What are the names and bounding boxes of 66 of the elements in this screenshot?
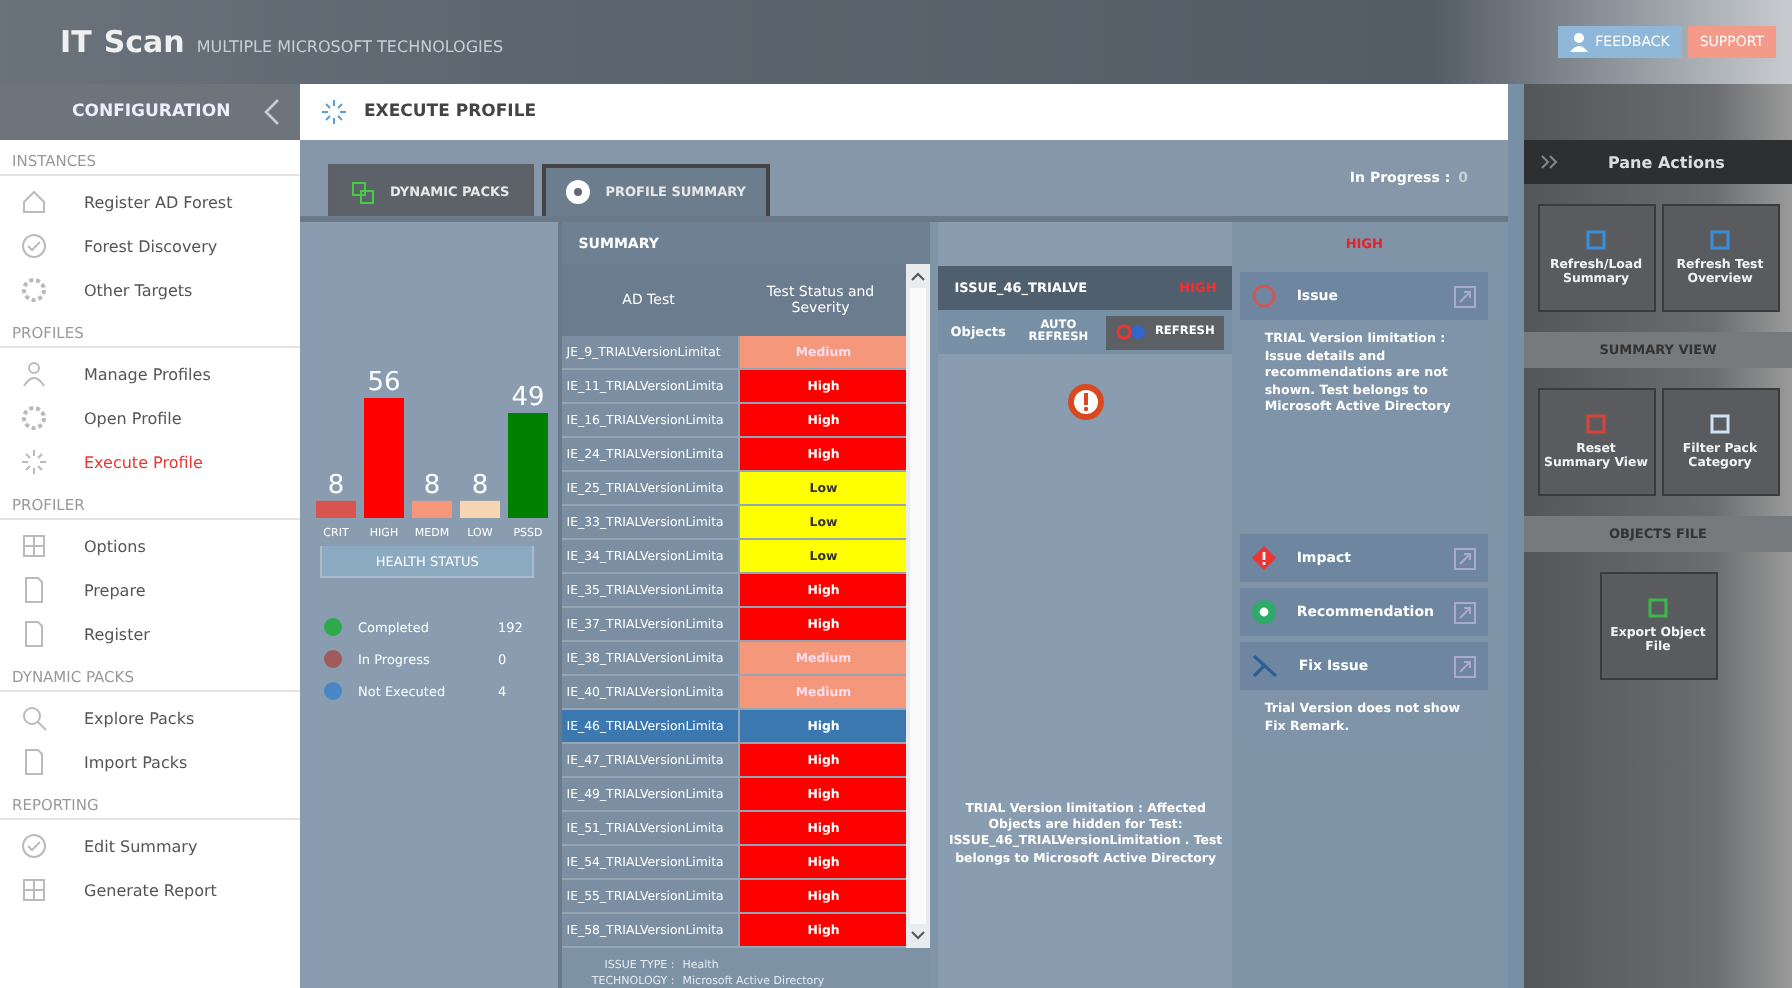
- square-icon: [1648, 598, 1668, 618]
- doc-icon: [20, 620, 48, 648]
- check-icon: [20, 232, 48, 260]
- scrollbar[interactable]: [906, 264, 931, 948]
- spark-icon: [320, 98, 348, 126]
- scroll-down-icon[interactable]: [910, 930, 927, 942]
- health-bar: [316, 500, 356, 518]
- gear-icon: [20, 276, 48, 304]
- tools-icon: [1252, 654, 1279, 678]
- circle-icon: [1252, 284, 1277, 308]
- sidebar-item[interactable]: Explore Packs: [0, 696, 300, 740]
- bar-count: 8: [423, 470, 441, 501]
- spark-icon: [20, 448, 48, 476]
- home-icon: [20, 188, 48, 216]
- person-icon: [1569, 32, 1588, 52]
- sidebar-item[interactable]: Import Packs: [0, 740, 300, 784]
- expand-icon[interactable]: [1454, 547, 1476, 569]
- scroll-up-icon[interactable]: [910, 270, 927, 282]
- sidebar-item[interactable]: Register AD Forest: [0, 180, 300, 224]
- circle-icon: [565, 180, 590, 204]
- sidebar-item[interactable]: Manage Profiles: [0, 352, 300, 396]
- health-bar: [364, 398, 404, 518]
- alert-icon: [1252, 546, 1277, 570]
- grid-icon: [20, 532, 48, 560]
- gear-icon: [20, 404, 48, 432]
- sidebar-item[interactable]: Other Targets: [0, 268, 300, 312]
- health-bar: [412, 500, 452, 518]
- expand-icon[interactable]: [1454, 601, 1476, 623]
- health-bar: [508, 413, 548, 518]
- square-icon: [1710, 414, 1730, 434]
- check-icon: [20, 832, 48, 860]
- sidebar-item[interactable]: Options: [0, 524, 300, 568]
- square-icon: [1586, 414, 1606, 434]
- doc-icon: [20, 748, 48, 776]
- square-icon: [1586, 230, 1606, 250]
- sidebar-item[interactable]: Prepare: [0, 568, 300, 612]
- bar-count: 49: [511, 383, 545, 413]
- collapse-icon[interactable]: [262, 98, 280, 126]
- sidebar-item[interactable]: Execute Profile: [0, 440, 300, 484]
- bar-count: 8: [471, 470, 489, 501]
- warning-icon: [1065, 382, 1106, 422]
- chevrons-icon[interactable]: [1540, 154, 1560, 170]
- bar-count: 8: [327, 470, 345, 501]
- sidebar-item[interactable]: Forest Discovery: [0, 224, 300, 268]
- square-icon: [1710, 230, 1730, 250]
- logo-text: IT: [60, 24, 92, 60]
- sidebar-title: CONFIGURATION: [72, 102, 231, 122]
- bar-count: 56: [367, 368, 401, 398]
- logo-text: Scan: [103, 24, 185, 60]
- expand-icon[interactable]: [1454, 285, 1476, 307]
- grid-icon: [20, 876, 48, 904]
- tagline: MULTIPLE MICROSOFT TECHNOLOGIES: [196, 38, 504, 56]
- sidebar-item[interactable]: Generate Report: [0, 868, 300, 912]
- expand-icon[interactable]: [1454, 655, 1476, 677]
- page-title: EXECUTE PROFILE: [364, 102, 537, 122]
- health-bar: [460, 500, 500, 518]
- packs-icon: [352, 181, 374, 203]
- toggle-icon: [1116, 324, 1149, 340]
- sidebar-item[interactable]: Open Profile: [0, 396, 300, 440]
- sidebar-item[interactable]: Register: [0, 612, 300, 656]
- sidebar-item[interactable]: Edit Summary: [0, 824, 300, 868]
- search-icon: [20, 704, 48, 732]
- doc-icon: [20, 576, 48, 604]
- dot-icon: [1252, 600, 1277, 624]
- pane-title: Pane Actions: [1608, 153, 1725, 171]
- person-icon: [20, 360, 48, 388]
